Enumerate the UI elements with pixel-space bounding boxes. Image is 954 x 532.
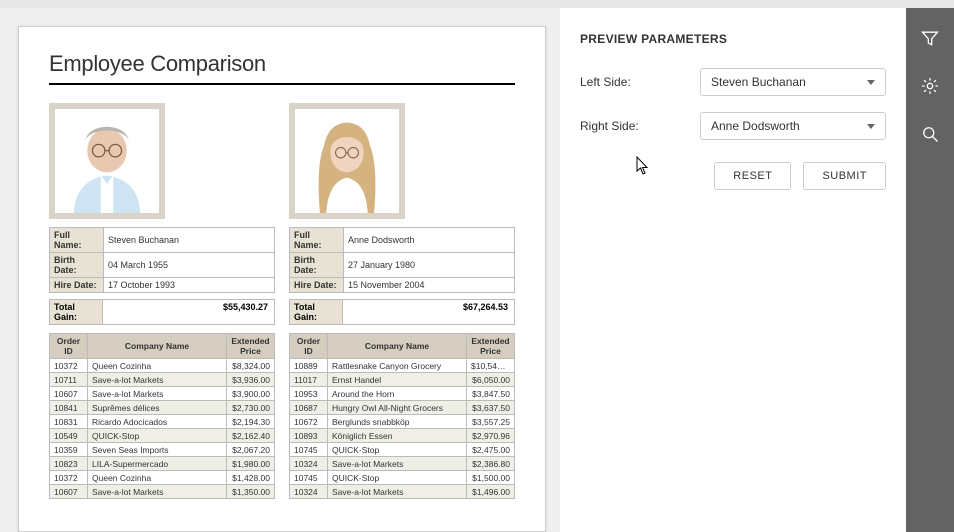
table-row: 10953Around the Horn$3,847.50: [290, 387, 515, 401]
employee-right-info: Full Name:Anne Dodsworth Birth Date:27 J…: [289, 227, 515, 293]
table-row: 10687Hungry Owl All-Night Grocers$3,637.…: [290, 401, 515, 415]
table-row: 10607Save-a-lot Markets$1,350.00: [50, 485, 275, 499]
employee-left-orders: Order ID Company Name Extended Price 103…: [49, 333, 275, 499]
employee-right-photo: [289, 103, 405, 219]
right-side-label: Right Side:: [580, 119, 700, 133]
reset-button[interactable]: RESET: [714, 162, 791, 190]
parameters-title: PREVIEW PARAMETERS: [580, 32, 886, 46]
right-toolbar: [906, 8, 954, 532]
table-row: 10607Save-a-lot Markets$3,900.00: [50, 387, 275, 401]
employee-left-photo: [49, 103, 165, 219]
report-viewer[interactable]: Employee Comparison: [0, 8, 560, 532]
employee-right-gain: Total Gain: $67,264.53: [289, 299, 515, 325]
right-side-select[interactable]: Anne Dodsworth: [700, 112, 886, 140]
report-title: Employee Comparison: [49, 51, 515, 85]
parameters-panel: PREVIEW PARAMETERS Left Side: Steven Buc…: [560, 8, 906, 532]
table-row: 10359Seven Seas Imports$2,067.20: [50, 443, 275, 457]
filter-icon[interactable]: [920, 28, 940, 48]
table-row: 10324Save-a-lot Markets$2,386.80: [290, 457, 515, 471]
employee-right-orders: Order ID Company Name Extended Price 108…: [289, 333, 515, 499]
table-row: 10889Rattlesnake Canyon Grocery$10,540.0…: [290, 359, 515, 373]
right-side-value: Anne Dodsworth: [711, 119, 800, 133]
table-row: 10745QUICK-Stop$2,475.00: [290, 443, 515, 457]
employee-left-gain: Total Gain: $55,430.27: [49, 299, 275, 325]
employee-right-column: Full Name:Anne Dodsworth Birth Date:27 J…: [289, 103, 515, 499]
table-row: 10711Save-a-lot Markets$3,936.00: [50, 373, 275, 387]
table-row: 10823LILA-Supermercado$1,980.00: [50, 457, 275, 471]
employee-left-info: Full Name:Steven Buchanan Birth Date:04 …: [49, 227, 275, 293]
report-page: Employee Comparison: [18, 26, 546, 532]
gear-icon[interactable]: [920, 76, 940, 96]
table-row: 10672Berglunds snabbköp$3,557.25: [290, 415, 515, 429]
left-side-value: Steven Buchanan: [711, 75, 806, 89]
table-row: 11017Ernst Handel$6,050.00: [290, 373, 515, 387]
table-row: 10372Queen Cozinha$1,428.00: [50, 471, 275, 485]
search-icon[interactable]: [920, 124, 940, 144]
table-row: 10841Suprêmes délices$2,730.00: [50, 401, 275, 415]
left-side-select[interactable]: Steven Buchanan: [700, 68, 886, 96]
table-row: 10831Ricardo Adocicados$2,194.30: [50, 415, 275, 429]
employee-left-column: Full Name:Steven Buchanan Birth Date:04 …: [49, 103, 275, 499]
submit-button[interactable]: SUBMIT: [803, 162, 886, 190]
table-row: 10372Queen Cozinha$8,324.00: [50, 359, 275, 373]
left-side-label: Left Side:: [580, 75, 700, 89]
table-row: 10745QUICK-Stop$1,500.00: [290, 471, 515, 485]
table-row: 10549QUICK-Stop$2,162.40: [50, 429, 275, 443]
table-row: 10324Save-a-lot Markets$1,496.00: [290, 485, 515, 499]
table-row: 10893Königlich Essen$2,970.96: [290, 429, 515, 443]
window-top-strip: [0, 0, 954, 8]
main-layout: Employee Comparison: [0, 8, 954, 532]
